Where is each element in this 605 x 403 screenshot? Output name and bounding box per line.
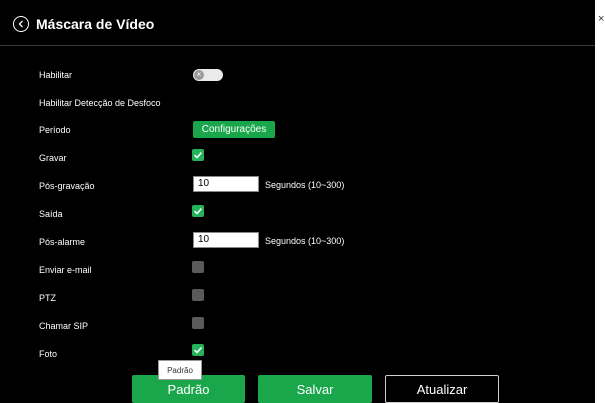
check-icon <box>193 207 203 215</box>
saida-checkbox[interactable] <box>192 205 204 217</box>
foto-checkbox[interactable] <box>192 344 204 356</box>
video-mask-panel: Máscara de Vídeo Habilitar × Habilitar D… <box>0 0 595 403</box>
pos-alarme-input[interactable]: 10 <box>193 232 259 248</box>
pos-gravacao-label: Pós-gravação <box>39 181 95 191</box>
pos-gravacao-unit: Segundos (10~300) <box>265 180 345 190</box>
saida-label: Saída <box>39 209 63 219</box>
salvar-button[interactable]: Salvar <box>258 375 372 403</box>
atualizar-button[interactable]: Atualizar <box>385 375 499 403</box>
check-icon <box>193 151 203 159</box>
back-icon[interactable] <box>13 16 29 32</box>
panel-header: Máscara de Vídeo <box>0 0 595 46</box>
toggle-off-icon: × <box>194 70 204 80</box>
habilitar-label: Habilitar <box>39 70 73 80</box>
habilitar-toggle[interactable]: × <box>193 69 223 81</box>
email-checkbox[interactable] <box>192 261 204 273</box>
gravar-label: Gravar <box>39 153 67 163</box>
desfoco-label: Habilitar Detecção de Desfoco <box>39 98 161 108</box>
close-icon[interactable]: × <box>598 13 604 25</box>
foto-label: Foto <box>39 349 58 359</box>
padrao-tooltip: Padrão <box>158 360 202 380</box>
pos-alarme-label: Pós-alarme <box>39 237 86 247</box>
page-title: Máscara de Vídeo <box>36 16 155 32</box>
pos-alarme-unit: Segundos (10~300) <box>265 236 345 246</box>
ptz-label: PTZ <box>39 293 56 303</box>
configuracoes-button[interactable]: Configurações <box>193 121 275 138</box>
pos-gravacao-input[interactable]: 10 <box>193 176 259 192</box>
sip-label: Chamar SIP <box>39 321 89 331</box>
ptz-checkbox[interactable] <box>192 289 204 301</box>
periodo-label: Período <box>39 125 71 135</box>
sip-checkbox[interactable] <box>192 317 204 329</box>
check-icon <box>193 346 203 354</box>
email-label: Enviar e-mail <box>39 265 92 275</box>
gravar-checkbox[interactable] <box>192 149 204 161</box>
